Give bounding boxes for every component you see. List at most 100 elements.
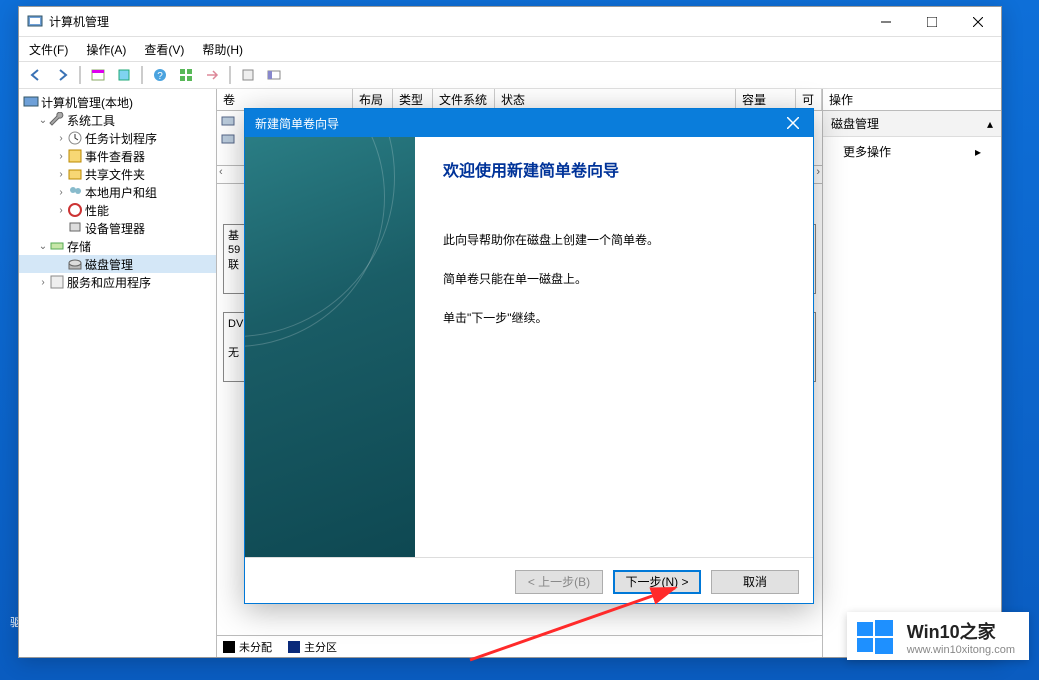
nav-tree[interactable]: 计算机管理(本地) ⌄ 系统工具 › 任务计划程序 › 事件查看器 › 共享文件… (19, 89, 217, 657)
expand-icon[interactable]: › (55, 169, 67, 180)
col-layout[interactable]: 布局 (353, 89, 393, 110)
toolbar-sep (229, 66, 231, 84)
legend-swatch-black (223, 641, 235, 653)
menubar: 文件(F) 操作(A) 查看(V) 帮助(H) (19, 37, 1001, 61)
tree-shared-folders[interactable]: › 共享文件夹 (19, 165, 216, 183)
svg-text:?: ? (157, 71, 163, 82)
users-icon (67, 184, 83, 200)
volume-icon (221, 113, 235, 127)
tree-device-manager[interactable]: 设备管理器 (19, 219, 216, 237)
watermark: Win10之家 www.win10xitong.com (847, 612, 1029, 660)
disk-graphic-button[interactable] (263, 64, 285, 86)
wizard-content: 欢迎使用新建简单卷向导 此向导帮助你在磁盘上创建一个简单卷。 简单卷只能在单一磁… (415, 137, 813, 557)
tree-label: 本地用户和组 (85, 184, 157, 201)
expand-icon[interactable]: › (55, 205, 67, 216)
next-button[interactable]: 下一步(N) > (613, 570, 701, 594)
tree-root[interactable]: 计算机管理(本地) (19, 93, 216, 111)
titlebar: 计算机管理 (19, 7, 1001, 37)
wizard-footer: < 上一步(B) 下一步(N) > 取消 (245, 557, 813, 605)
expand-icon[interactable]: › (55, 133, 67, 144)
tree-root-label: 计算机管理(本地) (41, 94, 133, 111)
actions-panel: 操作 磁盘管理 ▴ 更多操作 ▸ (823, 89, 1001, 657)
chevron-right-icon: ▸ (975, 145, 981, 159)
tree-event-viewer[interactable]: › 事件查看器 (19, 147, 216, 165)
folder-shared-icon (67, 166, 83, 182)
tree-task-scheduler[interactable]: › 任务计划程序 (19, 129, 216, 147)
back-button: < 上一步(B) (515, 570, 603, 594)
help-button[interactable]: ? (149, 64, 171, 86)
new-simple-volume-wizard: 新建简单卷向导 欢迎使用新建简单卷向导 此向导帮助你在磁盘上创建一个简单卷。 简… (244, 108, 814, 604)
disk-list-button[interactable] (237, 64, 259, 86)
clock-icon (67, 130, 83, 146)
col-type[interactable]: 类型 (393, 89, 433, 110)
legend-primary: 主分区 (288, 639, 337, 655)
wizard-text: 此向导帮助你在磁盘上创建一个简单卷。 (443, 231, 785, 248)
tree-storage[interactable]: ⌄ 存储 (19, 237, 216, 255)
col-capacity[interactable]: 容量 (736, 89, 796, 110)
toolbar-sep (141, 66, 143, 84)
properties-button[interactable] (87, 64, 109, 86)
tree-label: 任务计划程序 (85, 130, 157, 147)
minimize-button[interactable] (863, 7, 909, 37)
menu-view[interactable]: 查看(V) (142, 39, 186, 60)
storage-icon (49, 238, 65, 254)
device-icon (67, 220, 83, 236)
legend-swatch-blue (288, 641, 300, 653)
legend-label: 主分区 (304, 639, 337, 655)
refresh-button[interactable] (113, 64, 135, 86)
tree-performance[interactable]: › 性能 (19, 201, 216, 219)
back-button[interactable] (25, 64, 47, 86)
tree-label: 共享文件夹 (85, 166, 145, 183)
app-icon (27, 14, 43, 30)
tool-arrow-icon[interactable] (201, 64, 223, 86)
menu-action[interactable]: 操作(A) (84, 39, 128, 60)
actions-more[interactable]: 更多操作 ▸ (823, 137, 1001, 166)
event-icon (67, 148, 83, 164)
legend-unallocated: 未分配 (223, 639, 272, 655)
expand-icon[interactable]: › (55, 187, 67, 198)
tree-label: 系统工具 (67, 112, 115, 129)
cancel-button[interactable]: 取消 (711, 570, 799, 594)
actions-section[interactable]: 磁盘管理 ▴ (823, 111, 1001, 137)
collapse-icon[interactable]: ⌄ (37, 241, 49, 252)
col-free[interactable]: 可 (796, 89, 822, 110)
tree-label: 磁盘管理 (85, 256, 133, 273)
computer-icon (23, 94, 39, 110)
watermark-url: www.win10xitong.com (907, 644, 1015, 656)
window-title: 计算机管理 (49, 13, 863, 30)
tree-label: 事件查看器 (85, 148, 145, 165)
watermark-title: Win10之家 (907, 618, 1015, 644)
wrench-icon (49, 112, 65, 128)
actions-more-label: 更多操作 (843, 143, 891, 160)
expand-icon[interactable]: › (37, 277, 49, 288)
view-button[interactable] (175, 64, 197, 86)
menu-help[interactable]: 帮助(H) (200, 39, 245, 60)
col-status[interactable]: 状态 (495, 89, 736, 110)
actions-header: 操作 (823, 89, 1001, 111)
menu-file[interactable]: 文件(F) (27, 39, 70, 60)
wizard-titlebar[interactable]: 新建简单卷向导 (245, 109, 813, 137)
collapse-icon[interactable]: ▴ (987, 117, 993, 131)
wizard-sidebar-graphic (245, 137, 415, 557)
wizard-close-button[interactable] (773, 109, 813, 137)
wizard-heading: 欢迎使用新建简单卷向导 (443, 157, 785, 181)
tree-system-tools[interactable]: ⌄ 系统工具 (19, 111, 216, 129)
performance-icon (67, 202, 83, 218)
legend-label: 未分配 (239, 639, 272, 655)
collapse-icon[interactable]: ⌄ (37, 115, 49, 126)
col-fs[interactable]: 文件系统 (433, 89, 495, 110)
tree-label: 性能 (85, 202, 109, 219)
tree-disk-management[interactable]: 磁盘管理 (19, 255, 216, 273)
maximize-button[interactable] (909, 7, 955, 37)
tree-services[interactable]: › 服务和应用程序 (19, 273, 216, 291)
forward-button[interactable] (51, 64, 73, 86)
tree-local-users[interactable]: › 本地用户和组 (19, 183, 216, 201)
col-volume[interactable]: 卷 (217, 89, 353, 110)
legend: 未分配 主分区 (217, 635, 822, 657)
close-button[interactable] (955, 7, 1001, 37)
expand-icon[interactable]: › (55, 151, 67, 162)
volume-icon (221, 131, 235, 145)
actions-section-label: 磁盘管理 (831, 115, 879, 132)
wizard-title: 新建简单卷向导 (255, 115, 773, 132)
toolbar-sep (79, 66, 81, 84)
